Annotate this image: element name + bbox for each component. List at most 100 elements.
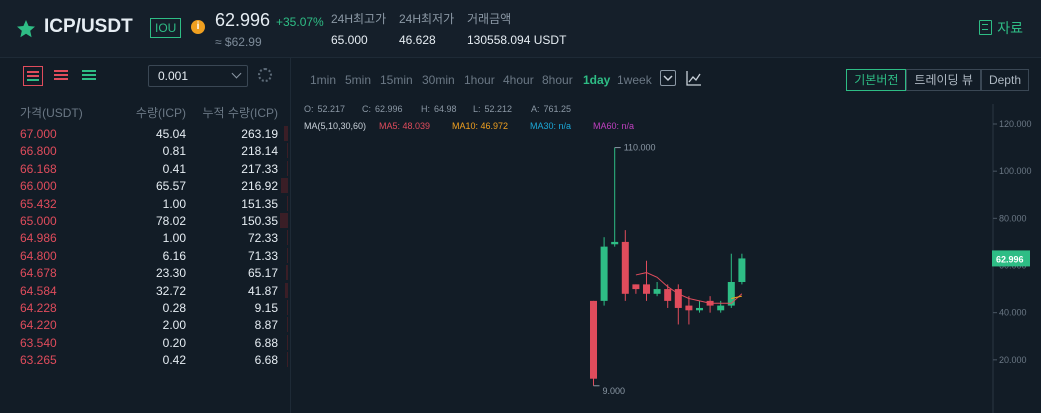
- row-cum: 218.14: [241, 144, 278, 159]
- depth-bar: [287, 143, 288, 159]
- ask-row[interactable]: 64.678 23.30 65.17: [0, 264, 290, 281]
- row-price: 64.228: [20, 301, 57, 315]
- ask-row[interactable]: 67.000 45.04 263.19: [0, 125, 290, 142]
- y-tick-label: 100.000: [999, 166, 1032, 176]
- depth-bar: [287, 247, 288, 263]
- ask-row[interactable]: 64.228 0.28 9.15: [0, 299, 290, 316]
- both-sides-icon[interactable]: [23, 66, 43, 86]
- row-qty: 32.72: [155, 283, 186, 298]
- stat-volume-label: 거래금액: [467, 12, 512, 26]
- candle-body: [632, 284, 640, 290]
- candle-body: [600, 246, 608, 301]
- row-qty: 78.02: [155, 214, 186, 228]
- candle-body: [717, 305, 725, 311]
- row-qty: 0.42: [162, 353, 186, 368]
- pair-title[interactable]: ICP/USDT: [44, 16, 133, 38]
- chevron-down-icon: [231, 68, 242, 79]
- row-qty: 1.00: [162, 231, 186, 246]
- row-cum: 41.87: [247, 283, 278, 298]
- ask-row[interactable]: 63.265 0.42 6.68: [0, 351, 290, 368]
- star-icon[interactable]: [16, 19, 36, 39]
- ask-row[interactable]: 65.000 78.02 150.35: [0, 212, 290, 229]
- row-price: 67.000: [20, 127, 57, 141]
- row-cum: 217.33: [241, 161, 278, 176]
- row-qty: 0.81: [162, 144, 186, 159]
- y-tick-label: 120.000: [999, 119, 1032, 129]
- min-label: 9.000: [603, 386, 626, 396]
- row-cum: 6.88: [254, 335, 278, 350]
- document-button[interactable]: 자료: [979, 18, 1023, 38]
- row-qty: 0.41: [162, 161, 186, 176]
- price-usd-approx: ≈ $62.99: [215, 35, 262, 49]
- row-cum: 263.19: [241, 127, 278, 141]
- row-price: 64.220: [20, 318, 57, 333]
- row-price: 66.800: [20, 144, 57, 159]
- row-cum: 150.35: [241, 214, 278, 228]
- ask-row[interactable]: 64.986 1.00 72.33: [0, 229, 290, 246]
- candle-body: [738, 258, 746, 283]
- y-tick-label: 20.000: [999, 355, 1027, 365]
- ma5-line: [635, 272, 743, 304]
- document-icon: [979, 20, 993, 35]
- stat-volume-value: 130558.094 USDT: [467, 33, 567, 47]
- depth-bar: [287, 300, 288, 315]
- price-change: +35.07%: [276, 15, 324, 29]
- row-price: 66.000: [20, 179, 57, 194]
- row-price: 65.432: [20, 196, 57, 211]
- row-qty: 6.16: [162, 248, 186, 263]
- y-tick-label: 40.000: [999, 308, 1027, 318]
- row-cum: 71.33: [247, 248, 278, 263]
- row-price: 66.168: [20, 161, 57, 176]
- ask-row[interactable]: 66.000 65.57 216.92: [0, 177, 290, 194]
- row-cum: 216.92: [241, 179, 278, 194]
- depth-bar: [280, 213, 288, 228]
- candle-body: [685, 305, 693, 311]
- info-icon[interactable]: i: [191, 20, 205, 34]
- candlestick-chart[interactable]: 120.000100.00080.00060.00040.00020.00011…: [296, 58, 1041, 413]
- precision-select[interactable]: 0.001: [148, 65, 248, 87]
- row-price: 63.265: [20, 353, 57, 368]
- depth-bar: [287, 317, 288, 333]
- ask-row[interactable]: 63.540 0.20 6.88: [0, 334, 290, 351]
- row-cum: 65.17: [247, 266, 278, 281]
- row-qty: 2.00: [162, 318, 186, 333]
- ask-row[interactable]: 65.432 1.00 151.35: [0, 195, 290, 212]
- ask-row[interactable]: 66.168 0.41 217.33: [0, 160, 290, 177]
- row-cum: 151.35: [241, 196, 278, 211]
- row-qty: 65.57: [155, 179, 186, 194]
- ask-row[interactable]: 64.584 32.72 41.87: [0, 282, 290, 299]
- row-price: 64.800: [20, 248, 57, 263]
- row-price: 64.678: [20, 266, 57, 281]
- row-qty: 0.20: [162, 335, 186, 350]
- depth-bar: [285, 265, 288, 281]
- depth-bar: [284, 282, 288, 298]
- col-qty-header: 수량(ICP): [135, 106, 186, 120]
- document-label: 자료: [997, 20, 1023, 36]
- depth-bar: [287, 160, 288, 176]
- sells-only-icon[interactable]: [51, 66, 71, 86]
- depth-bar: [287, 352, 288, 368]
- row-price: 64.584: [20, 283, 57, 298]
- ask-row[interactable]: 66.800 0.81 218.14: [0, 142, 290, 159]
- candle-body: [696, 307, 703, 311]
- row-price: 64.986: [20, 231, 57, 246]
- row-qty: 0.28: [162, 301, 186, 315]
- depth-bar: [287, 195, 288, 211]
- row-cum: 6.68: [254, 353, 278, 368]
- ask-row[interactable]: 64.800 6.16 71.33: [0, 247, 290, 264]
- depth-bar: [283, 126, 288, 141]
- row-qty: 23.30: [155, 266, 186, 281]
- current-price-label: 62.996: [996, 254, 1024, 264]
- gear-icon[interactable]: [258, 68, 272, 82]
- candle-body: [727, 282, 735, 306]
- max-label: 110.000: [624, 143, 656, 153]
- candle-body: [611, 241, 619, 245]
- last-price: 62.996: [215, 10, 271, 30]
- buys-only-icon[interactable]: [79, 66, 99, 86]
- depth-bar: [287, 230, 288, 246]
- candle-body: [664, 289, 672, 301]
- order-book: 0.001 가격(USDT) 수량(ICP) 누적 수량(ICP) 67.000…: [0, 58, 291, 413]
- ask-row[interactable]: 64.220 2.00 8.87: [0, 316, 290, 333]
- stat-low-label: 24H최저가: [399, 12, 455, 26]
- row-cum: 8.87: [254, 318, 278, 333]
